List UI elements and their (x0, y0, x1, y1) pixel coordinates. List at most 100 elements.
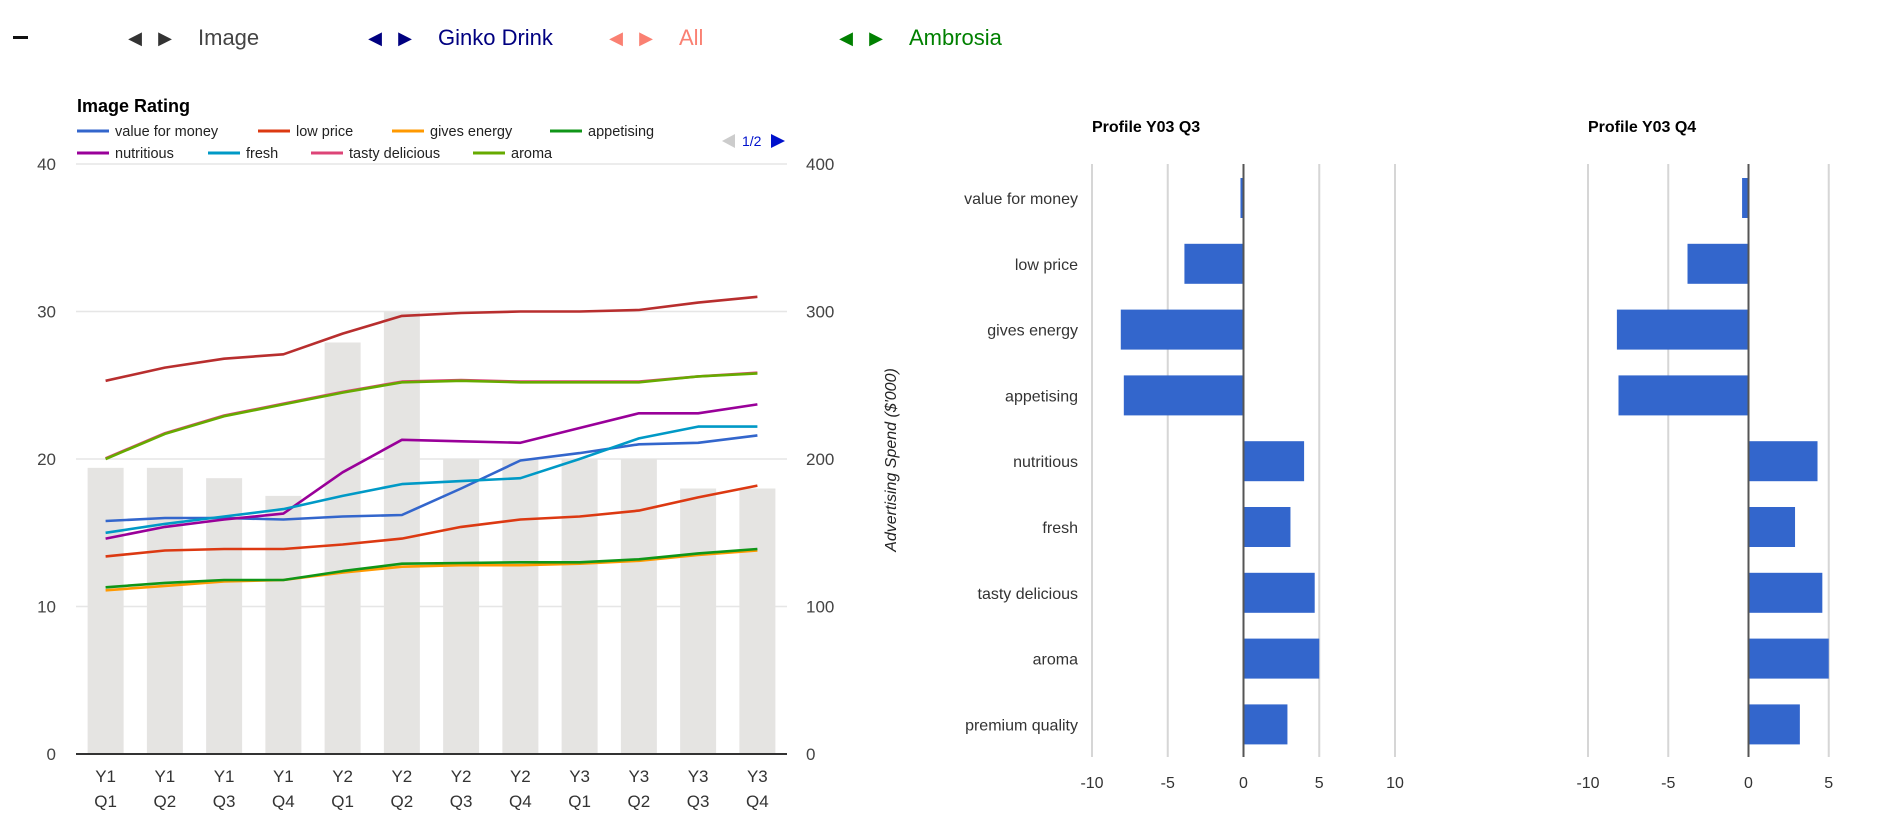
x-tick-label-quarter: Q2 (391, 792, 414, 811)
profile-chart-q3: Profile Y03 Q3 -10 -5 0 5 10 value for money l… (964, 119, 1404, 792)
x-tick-label-year: Y3 (747, 767, 768, 786)
legend-label: gives energy (430, 124, 513, 140)
rating-lines (105, 295, 758, 592)
legend-item[interactable]: gives energy (392, 124, 513, 140)
legend-next-icon[interactable] (771, 134, 785, 148)
advertising-bar (680, 488, 717, 754)
profile-bar (1243, 507, 1291, 547)
legend-label: tasty delicious (349, 146, 440, 162)
right-tick-label: 200 (806, 450, 834, 469)
category-label: fresh (1042, 520, 1078, 537)
profile-bar (1120, 309, 1244, 350)
category-label: value for money (964, 191, 1078, 208)
advertising-bar (146, 467, 183, 754)
advertising-bar (561, 459, 598, 754)
profile-bar (1618, 375, 1749, 416)
x-tick-label-year: Y3 (569, 767, 590, 786)
legend-item[interactable]: value for money (77, 124, 219, 140)
right-tick-label: 400 (806, 155, 834, 174)
legend-pager: 1/2 (722, 133, 785, 149)
x-tick-label: -5 (1161, 775, 1175, 792)
x-tick-label-quarter: Q1 (568, 792, 591, 811)
profile-q3-plot: -10 -5 0 5 10 value for money low price gives e… (964, 164, 1404, 792)
x-tick-label: 0 (1239, 775, 1248, 792)
advertising-bar (383, 311, 420, 754)
x-tick-label-year: Y1 (154, 767, 175, 786)
legend-label: appetising (588, 124, 654, 140)
profile-bar (1243, 704, 1288, 745)
legend-label: fresh (246, 146, 278, 162)
profile-bar (1748, 638, 1829, 679)
advertising-bar (443, 459, 480, 754)
x-tick-label-quarter: Q4 (746, 792, 769, 811)
profile-bar (1687, 243, 1749, 284)
legend-item[interactable]: low price (258, 124, 353, 140)
x-tick-label-year: Y1 (214, 767, 235, 786)
legend-label: low price (296, 124, 353, 140)
advertising-bar (620, 459, 657, 754)
left-tick-label: 0 (47, 745, 56, 764)
x-tick-label-year: Y2 (332, 767, 353, 786)
x-tick-label-year: Y1 (95, 767, 116, 786)
advertising-bar (739, 488, 776, 754)
profile-bar (1616, 309, 1749, 350)
category-label: low price (1015, 257, 1078, 274)
left-tick-label: 30 (37, 303, 56, 322)
x-tick-label: -10 (1576, 775, 1599, 792)
x-tick-label-year: Y2 (391, 767, 412, 786)
x-tick-label-quarter: Q3 (213, 792, 236, 811)
x-tick-label-year: Y1 (273, 767, 294, 786)
legend: value for money low price gives energy appe… (77, 124, 654, 162)
advertising-bar (87, 467, 124, 754)
profile-bar (1123, 375, 1244, 416)
legend-page-indicator: 1/2 (742, 133, 762, 149)
left-tick-label: 10 (37, 598, 56, 617)
x-tick-label-year: Y3 (688, 767, 709, 786)
left-tick-label: 20 (37, 450, 56, 469)
legend-item[interactable]: tasty delicious (311, 146, 440, 162)
x-tick-label-year: Y2 (451, 767, 472, 786)
x-tick-label-year: Y3 (628, 767, 649, 786)
category-label: premium quality (965, 717, 1078, 734)
legend-label: nutritious (115, 146, 174, 162)
category-label: appetising (1005, 388, 1078, 405)
advertising-bar (502, 459, 539, 754)
x-tick-label-quarter: Q1 (331, 792, 354, 811)
x-tick-label: -10 (1080, 775, 1103, 792)
series-line-tasty-delicious (105, 371, 758, 460)
x-tick-label-year: Y2 (510, 767, 531, 786)
x-tick-label: -5 (1661, 775, 1675, 792)
legend-label: aroma (511, 146, 553, 162)
profile-bar (1748, 441, 1818, 482)
chart-title: Profile Y03 Q4 (1588, 119, 1696, 136)
charts-canvas: Image Rating value for money low price giv… (37, 96, 1833, 811)
category-label: aroma (1033, 652, 1078, 669)
legend-prev-icon[interactable] (722, 134, 735, 148)
category-label: nutritious (1013, 454, 1078, 471)
legend-item[interactable]: appetising (550, 124, 654, 140)
series-line-value-for-money (105, 434, 758, 523)
profile-bar (1243, 441, 1305, 482)
profile-chart-q4: Profile Y03 Q4 -10 -5 0 5 (1576, 119, 1833, 792)
profile-bar (1243, 572, 1315, 613)
legend-item[interactable]: aroma (473, 146, 553, 162)
x-tick-label-quarter: Q3 (450, 792, 473, 811)
legend-item[interactable]: fresh (208, 146, 278, 162)
x-tick-label: 0 (1744, 775, 1753, 792)
x-tick-label: 5 (1315, 775, 1324, 792)
x-tick-label: 10 (1386, 775, 1404, 792)
x-tick-label-quarter: Q2 (628, 792, 651, 811)
profile-bar (1748, 507, 1796, 547)
x-tick-label-quarter: Q1 (94, 792, 117, 811)
chart-title: Profile Y03 Q3 (1092, 119, 1200, 136)
legend-item[interactable]: nutritious (77, 146, 174, 162)
category-label: gives energy (987, 323, 1078, 340)
profile-bar (1748, 704, 1800, 745)
right-axis-title: Advertising Spend ($'000) (883, 368, 900, 553)
x-tick-label-quarter: Q2 (154, 792, 177, 811)
chart-title: Image Rating (77, 96, 190, 116)
profile-bar (1243, 638, 1320, 679)
x-tick-label: 5 (1824, 775, 1833, 792)
image-rating-chart: Image Rating value for money low price giv… (37, 96, 900, 811)
category-label: tasty delicious (978, 586, 1079, 603)
